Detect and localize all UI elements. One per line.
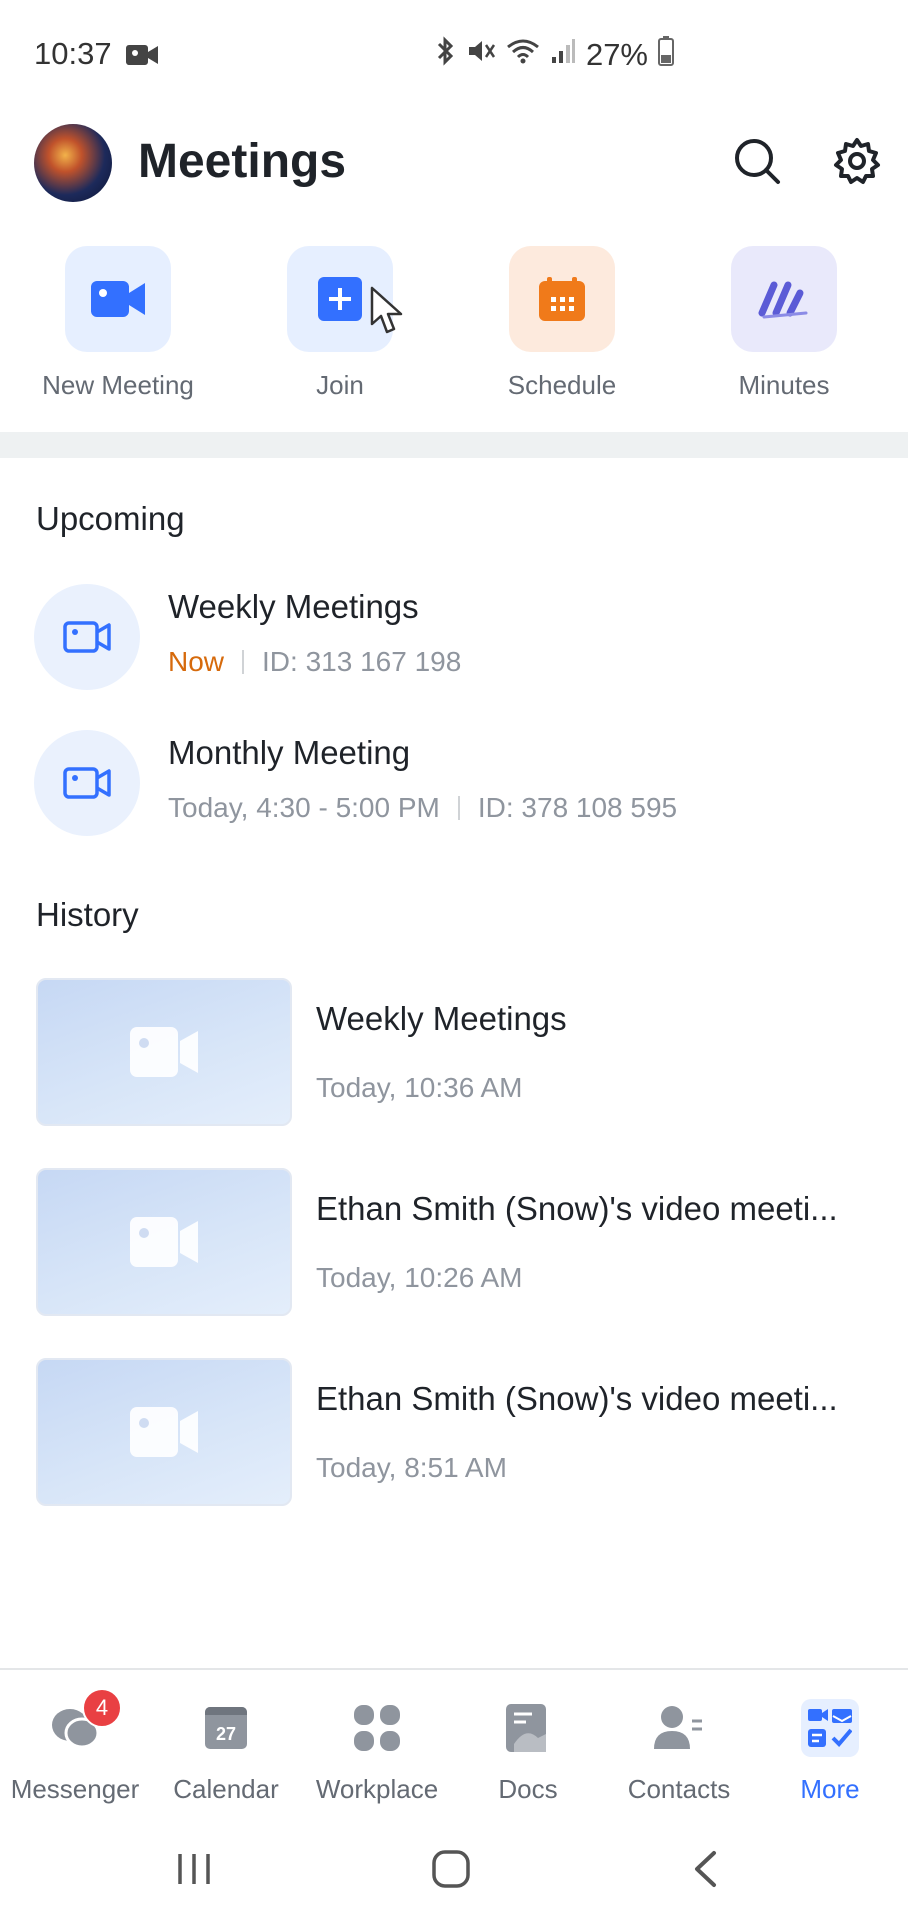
minutes-button[interactable]: Minutes [684,246,884,401]
mouse-cursor-icon [370,286,406,341]
tab-label: Calendar [173,1774,279,1804]
tab-more[interactable]: More [755,1699,905,1805]
meeting-thumbnail [36,978,292,1126]
join-label: Join [316,370,364,400]
history-item-time: Today, 10:26 AM [316,1262,523,1293]
video-camera-icon [34,730,140,836]
section-divider [0,432,908,458]
schedule-button[interactable]: Schedule [462,246,662,401]
minutes-icon [731,246,837,352]
mute-icon [466,36,496,74]
home-icon[interactable] [432,1850,470,1893]
upcoming-item-title: Monthly Meeting [168,734,411,771]
history-item-title: Ethan Smith (Snow)'s video meeti... [316,1380,838,1417]
settings-gear-icon[interactable] [830,134,884,188]
tab-calendar[interactable]: 27 Calendar [151,1700,301,1805]
workplace-grid-icon [302,1700,452,1756]
history-item-title: Weekly Meetings [316,1000,567,1037]
separator [457,796,460,820]
video-camera-icon [130,1407,198,1457]
new-meeting-button[interactable]: New Meeting [18,246,218,401]
video-camera-icon [130,1217,198,1267]
history-heading: History [36,896,139,933]
battery-percent: 27% [585,37,648,72]
meeting-id: ID: 378 108 595 [477,792,678,823]
history-item[interactable]: Ethan Smith (Snow)'s video meeti... Toda… [0,1168,908,1316]
upcoming-item[interactable]: Monthly Meeting Today, 4:30 - 5:00 PM ID… [0,728,908,838]
unread-badge: 4 [82,1688,122,1728]
join-button[interactable]: Join [240,246,440,401]
upcoming-item[interactable]: Weekly Meetings Now ID: 313 167 198 [0,582,908,692]
upcoming-item-subtitle: Today, 4:30 - 5:00 PM ID: 378 108 595 [168,792,677,824]
bluetooth-icon [434,36,456,74]
status-right: 27% [434,36,674,74]
tab-label: Workplace [315,1774,439,1804]
page-title: Meetings [138,135,347,188]
tab-label: Messenger [10,1774,140,1804]
upcoming-item-subtitle: Now ID: 313 167 198 [168,646,461,678]
status-bar: 10:37 27% [0,0,908,110]
bottom-tab-bar: 4 Messenger 27 Calendar Workplace Docs C… [0,1668,908,1820]
upcoming-item-title: Weekly Meetings [168,588,419,625]
history-item[interactable]: Weekly Meetings Today, 10:36 AM [0,978,908,1126]
system-navigation-bar [0,1818,908,1920]
calendar-schedule-icon [509,246,615,352]
calendar-icon: 27 [151,1700,301,1756]
chat-bubbles-icon: 4 [0,1688,150,1756]
video-camera-icon [65,246,171,352]
back-icon[interactable] [692,1850,718,1893]
meeting-time: Today, 4:30 - 5:00 PM [168,792,440,823]
more-apps-icon [755,1699,905,1757]
status-time: 10:37 [34,36,112,71]
tab-contacts[interactable]: Contacts [604,1700,754,1805]
tab-label: Docs [498,1774,558,1804]
tab-docs[interactable]: Docs [453,1700,603,1805]
tab-label: Contacts [627,1774,731,1804]
video-record-icon [126,44,158,71]
meeting-thumbnail [36,1168,292,1316]
separator [242,650,245,674]
contacts-icon [604,1700,754,1756]
new-meeting-label: New Meeting [42,370,194,400]
meeting-thumbnail [36,1358,292,1506]
video-camera-icon [34,584,140,690]
wifi-icon [506,37,540,73]
history-item-time: Today, 8:51 AM [316,1452,507,1483]
upcoming-heading: Upcoming [36,500,185,537]
schedule-label: Schedule [507,370,617,400]
avatar[interactable] [34,124,112,202]
recent-apps-icon[interactable] [176,1852,212,1891]
history-item[interactable]: Ethan Smith (Snow)'s video meeti... Toda… [0,1358,908,1506]
quick-actions: New Meeting Join Schedule Minutes [0,246,908,416]
tab-label: More [800,1774,860,1804]
search-icon[interactable] [730,134,784,188]
now-status: Now [168,646,225,677]
minutes-label: Minutes [738,370,830,400]
meeting-id: ID: 313 167 198 [262,646,462,677]
history-item-time: Today, 10:36 AM [316,1072,523,1103]
history-item-title: Ethan Smith (Snow)'s video meeti... [316,1190,838,1227]
tab-workplace[interactable]: Workplace [302,1700,452,1805]
calendar-day: 27 [215,1724,237,1744]
signal-icon [550,37,576,73]
docs-icon [453,1700,603,1756]
tab-messenger[interactable]: 4 Messenger [0,1688,150,1805]
battery-icon [658,36,674,74]
app-header: Meetings [0,110,908,230]
video-camera-icon [130,1027,198,1077]
